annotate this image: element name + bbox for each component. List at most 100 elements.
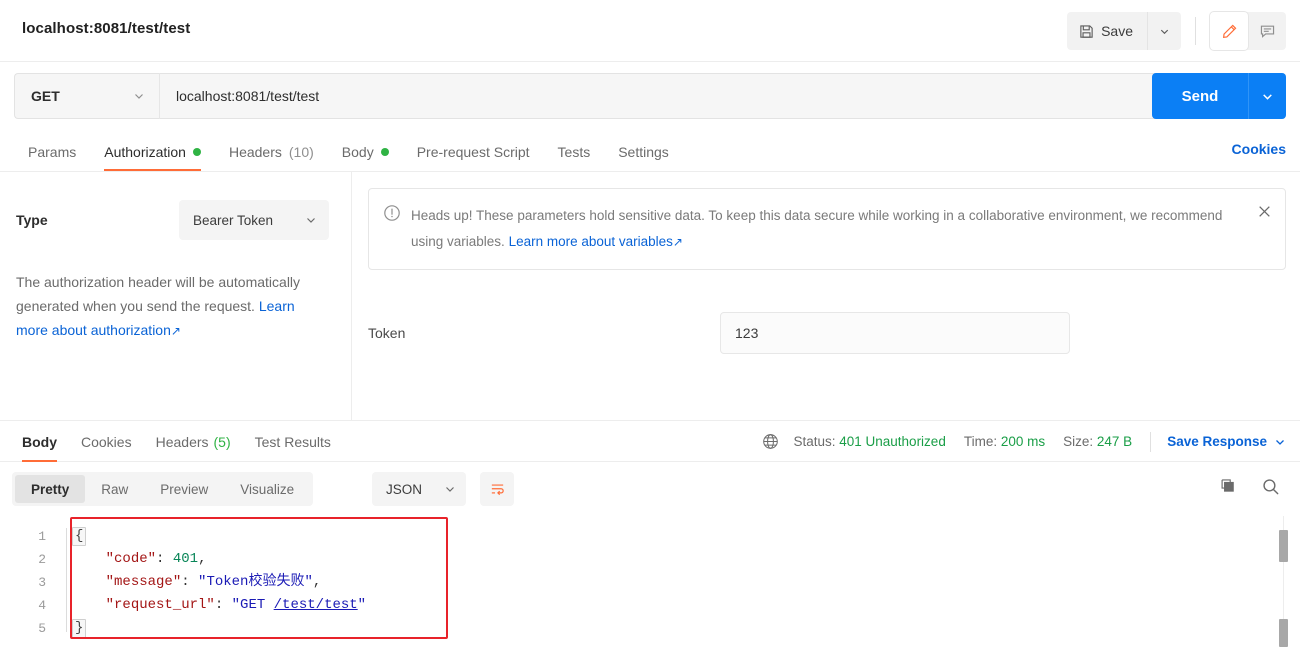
code-token-pun: , xyxy=(198,551,207,567)
copy-button[interactable] xyxy=(1214,472,1242,500)
edit-mode-button[interactable] xyxy=(1210,12,1248,50)
status-value: 401 Unauthorized xyxy=(839,434,946,449)
chevron-down-icon xyxy=(133,90,145,102)
time-value: 200 ms xyxy=(1000,434,1046,449)
auth-help-body: The authorization header will be automat… xyxy=(16,274,301,314)
response-json-code[interactable]: { "code": 401, "message": "Token校验失败", "… xyxy=(72,525,366,640)
alert-circle-icon xyxy=(383,204,401,255)
code-line: } xyxy=(72,617,366,640)
save-response-label: Save Response xyxy=(1167,434,1267,449)
authorization-status-dot xyxy=(192,147,201,156)
http-method-label: GET xyxy=(31,88,60,104)
postman-app-window: localhost:8081/test/test Save GET localh… xyxy=(0,0,1300,647)
request-header-bar: localhost:8081/test/test Save xyxy=(0,0,1300,62)
send-button[interactable]: Send xyxy=(1152,73,1248,119)
header-divider xyxy=(1195,17,1196,45)
response-tab-cookies[interactable]: Cookies xyxy=(69,421,144,462)
header-actions: Save xyxy=(1067,12,1286,50)
send-options-button[interactable] xyxy=(1248,73,1286,119)
auth-type-select[interactable]: Bearer Token xyxy=(179,200,329,240)
line-number: 2 xyxy=(38,552,46,567)
response-tab-body[interactable]: Body xyxy=(10,421,69,462)
line-number: 5 xyxy=(38,621,46,636)
external-link-icon: ↗ xyxy=(170,324,181,338)
sensitive-data-notice: Heads up! These parameters hold sensitiv… xyxy=(368,188,1286,270)
auth-type-label: Type xyxy=(16,212,48,228)
tab-settings-label: Settings xyxy=(618,143,669,160)
auth-help-text: The authorization header will be automat… xyxy=(16,270,329,343)
token-input[interactable] xyxy=(720,312,1070,354)
code-token-brace: { xyxy=(72,527,87,546)
response-view-icons xyxy=(1214,472,1284,500)
tab-settings[interactable]: Settings xyxy=(604,132,683,171)
code-token-brace: } xyxy=(72,619,87,638)
code-token-link[interactable]: /test/test xyxy=(274,597,358,613)
time-label: Time: xyxy=(963,434,998,449)
notice-close-button[interactable] xyxy=(1255,202,1273,220)
notice-link[interactable]: Learn more about variables xyxy=(509,234,673,249)
size-meta: Size: 247 B xyxy=(1063,434,1132,449)
tab-params[interactable]: Params xyxy=(14,132,90,171)
meta-divider xyxy=(1150,431,1152,452)
line-number: 4 xyxy=(38,598,46,613)
tab-body[interactable]: Body xyxy=(328,132,403,171)
tab-authorization[interactable]: Authorization xyxy=(90,132,215,171)
response-tab-body-label: Body xyxy=(22,433,57,450)
size-value: 247 B xyxy=(1096,434,1133,449)
globe-icon xyxy=(762,433,779,450)
scrollbar-thumb-bottom[interactable] xyxy=(1279,619,1288,647)
request-tab-bar: Params Authorization Headers (10) Body P… xyxy=(0,132,1300,172)
save-response-button[interactable]: Save Response xyxy=(1167,434,1286,449)
send-button-group: Send xyxy=(1152,73,1286,119)
save-options-button[interactable] xyxy=(1147,12,1181,50)
response-tab-headers[interactable]: Headers (5) xyxy=(144,421,243,462)
external-link-icon: ↗ xyxy=(672,235,683,249)
tab-params-label: Params xyxy=(28,143,77,160)
code-line: "code": 401, xyxy=(72,548,366,571)
view-preview-button[interactable]: Preview xyxy=(144,475,224,503)
body-status-dot xyxy=(380,147,389,156)
request-url-input[interactable] xyxy=(159,73,1286,119)
code-token-str: "Token校验失败" xyxy=(198,574,313,590)
code-token-str: " xyxy=(357,597,367,613)
response-tab-test-results-label: Test Results xyxy=(254,433,331,450)
save-button[interactable]: Save xyxy=(1067,12,1147,50)
auth-type-pane: Type Bearer Token The authorization head… xyxy=(0,172,352,420)
authorization-panel: Type Bearer Token The authorization head… xyxy=(0,172,1300,420)
time-meta: Time: 200 ms xyxy=(964,434,1045,449)
response-body-viewer[interactable]: 1 2 3 4 5 { "code": 401, "message": "Token校验… xyxy=(0,516,1300,647)
view-raw-button[interactable]: Raw xyxy=(85,475,144,503)
code-token-str: "GET xyxy=(231,597,274,613)
status-label: Status: xyxy=(793,434,836,449)
view-pretty-button[interactable]: Pretty xyxy=(15,475,86,503)
code-token-key: "message" xyxy=(105,574,182,590)
cookies-link[interactable]: Cookies xyxy=(1232,141,1286,157)
code-token-pun: : xyxy=(181,574,199,590)
tab-headers[interactable]: Headers (10) xyxy=(215,132,328,171)
response-format-value: JSON xyxy=(386,481,423,497)
http-method-select[interactable]: GET xyxy=(14,73,159,119)
chevron-down-icon xyxy=(1274,436,1286,448)
response-format-select[interactable]: JSON xyxy=(372,472,466,506)
copy-icon xyxy=(1219,477,1237,495)
tab-pre-request-script[interactable]: Pre-request Script xyxy=(403,132,544,171)
response-tab-headers-label: Headers xyxy=(155,433,209,450)
response-tab-test-results[interactable]: Test Results xyxy=(243,421,343,462)
response-view-segmented-control: Pretty Raw Preview Visualize xyxy=(12,472,314,506)
auth-type-value: Bearer Token xyxy=(193,212,274,228)
tab-tests[interactable]: Tests xyxy=(544,132,605,171)
code-fold-rail xyxy=(66,528,67,632)
scrollbar-thumb-top[interactable] xyxy=(1279,530,1288,562)
code-line: { xyxy=(72,525,366,548)
response-scrollbar[interactable] xyxy=(1279,516,1292,647)
response-headers-count: (5) xyxy=(213,433,231,450)
word-wrap-button[interactable] xyxy=(480,472,514,506)
response-view-toolbar: Pretty Raw Preview Visualize JSON xyxy=(0,462,1300,516)
comments-button[interactable] xyxy=(1248,12,1286,50)
view-visualize-button[interactable]: Visualize xyxy=(224,475,310,503)
chevron-down-icon xyxy=(1159,26,1170,37)
tab-headers-count: (10) xyxy=(288,143,314,160)
search-button[interactable] xyxy=(1256,472,1284,500)
